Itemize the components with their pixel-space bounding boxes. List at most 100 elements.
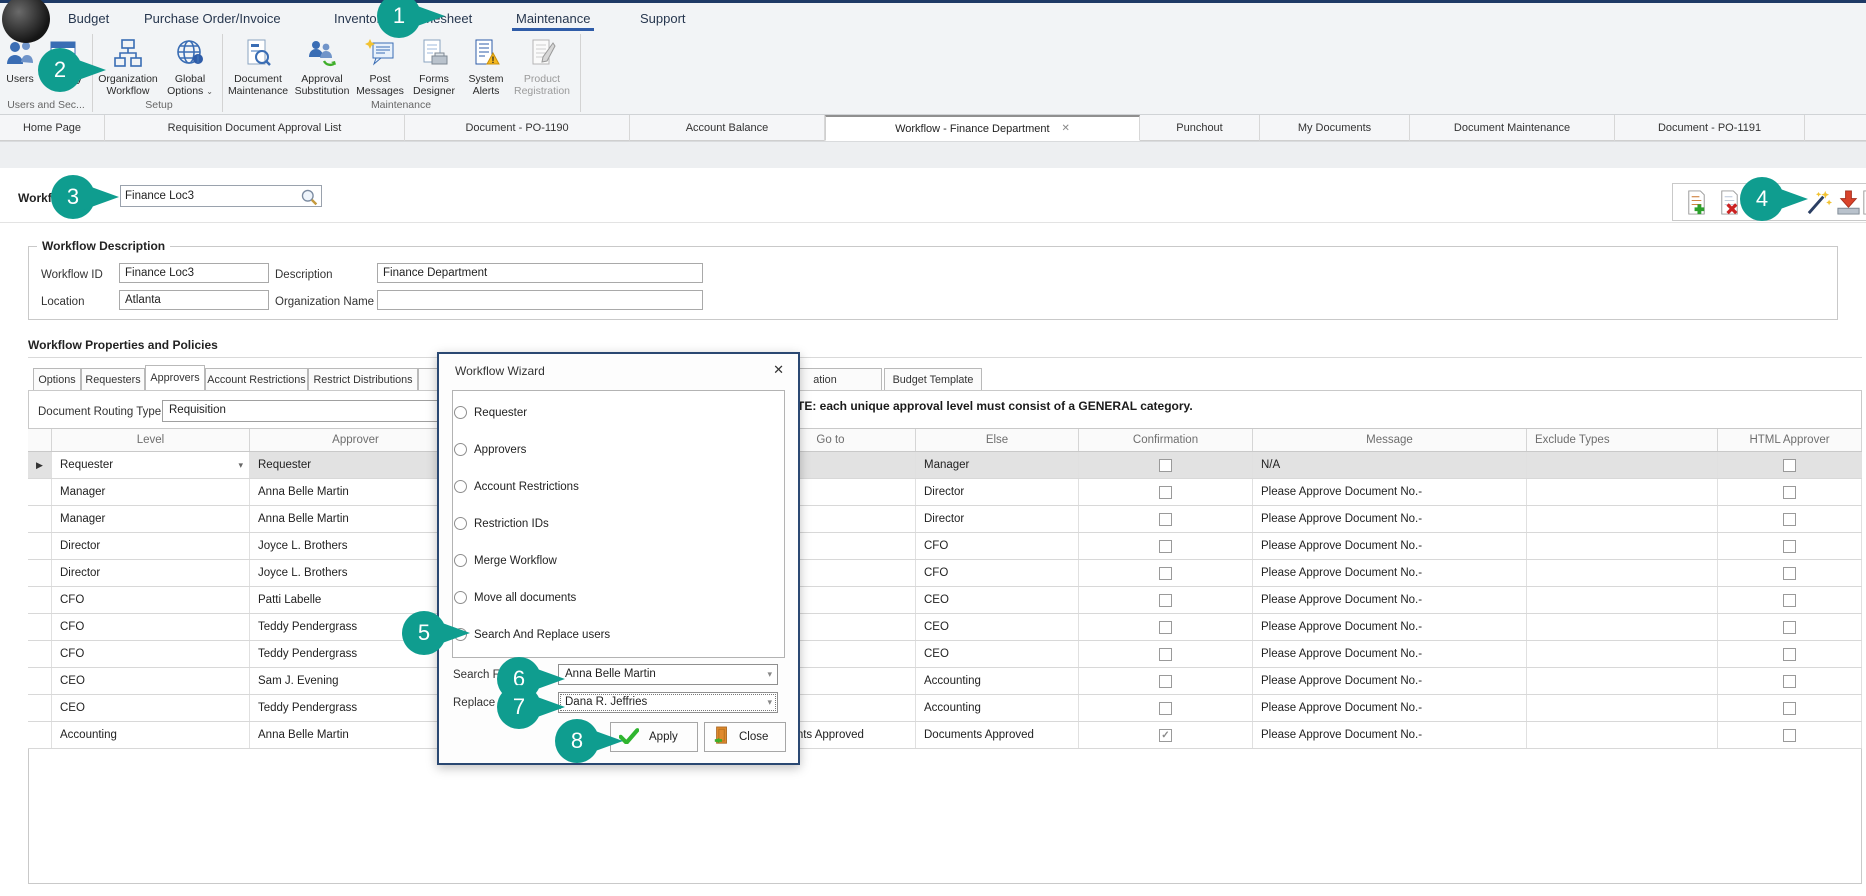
ribbon-item-approval-substitution[interactable]: Approval Substitution [292, 35, 352, 97]
html-approver-checkbox[interactable] [1783, 459, 1796, 472]
column-header-approver[interactable]: Approver [250, 429, 462, 451]
wizard-option[interactable]: Account Restrictions [454, 480, 579, 493]
radio-icon[interactable] [454, 480, 467, 493]
ribbon-item-system-alerts[interactable]: ! System Alerts [462, 35, 510, 97]
wizard-wand-icon[interactable] [1805, 189, 1832, 216]
exclude-types-cell[interactable] [1527, 560, 1718, 586]
level-cell[interactable]: Manager [52, 506, 250, 532]
message-cell[interactable]: Please Approve Document No.- [1253, 722, 1527, 748]
html-approver-checkbox[interactable] [1783, 648, 1796, 661]
close-icon[interactable]: ✕ [773, 362, 784, 378]
table-row[interactable]: CFO Patti Labelle CEO Please Approve Doc… [28, 587, 1862, 614]
workflow-search-input[interactable] [125, 188, 290, 204]
approver-cell[interactable]: Joyce L. Brothers [250, 560, 462, 586]
table-row[interactable]: Director Joyce L. Brothers CFO Please Ap… [28, 560, 1862, 587]
tab-workflow-finance-department[interactable]: Workflow - Finance Department ✕ [825, 115, 1140, 141]
workflow-id-field[interactable] [119, 263, 269, 283]
table-row[interactable]: CEO Teddy Pendergrass Accounting Please … [28, 695, 1862, 722]
confirmation-checkbox[interactable] [1159, 648, 1172, 661]
menu-maintenance[interactable]: Maintenance [512, 9, 594, 31]
tab-options[interactable]: Options [33, 368, 81, 390]
tab-document-po-1191[interactable]: Document - PO-1191 [1615, 115, 1805, 141]
menu-purchase-order-invoice[interactable]: Purchase Order/Invoice [140, 9, 285, 28]
html-approver-checkbox[interactable] [1783, 675, 1796, 688]
else-cell[interactable]: Documents Approved [916, 722, 1079, 748]
exclude-types-cell[interactable] [1527, 722, 1718, 748]
level-cell[interactable]: CEO [52, 695, 250, 721]
approver-cell[interactable]: Patti Labelle [250, 587, 462, 613]
ribbon-item-product-registration[interactable]: Product Registration [512, 35, 572, 97]
column-header-exclude-types[interactable]: Exclude Types [1527, 429, 1718, 451]
document-icon[interactable] [1859, 189, 1866, 216]
message-cell[interactable]: N/A [1253, 452, 1527, 478]
apply-button[interactable]: Apply [610, 722, 698, 752]
message-cell[interactable]: Please Approve Document No.- [1253, 587, 1527, 613]
exclude-types-cell[interactable] [1527, 479, 1718, 505]
radio-icon[interactable] [454, 443, 467, 456]
exclude-types-cell[interactable] [1527, 668, 1718, 694]
exclude-types-cell[interactable] [1527, 533, 1718, 559]
location-field[interactable] [119, 290, 269, 310]
tab-document-maintenance[interactable]: Document Maintenance [1410, 115, 1615, 141]
html-approver-checkbox[interactable] [1783, 513, 1796, 526]
approver-cell[interactable]: Anna Belle Martin [250, 479, 462, 505]
else-cell[interactable]: CEO [916, 614, 1079, 640]
message-cell[interactable]: Please Approve Document No.- [1253, 506, 1527, 532]
html-approver-checkbox[interactable] [1783, 540, 1796, 553]
delete-document-icon[interactable] [1716, 189, 1743, 216]
tab-restrict-distributions[interactable]: Restrict Distributions [308, 368, 418, 390]
confirmation-checkbox[interactable]: ✓ [1159, 729, 1172, 742]
search-for-combo[interactable]: Anna Belle Martin ▾ [558, 664, 778, 685]
description-field[interactable] [377, 263, 703, 283]
level-cell[interactable]: Director [52, 560, 250, 586]
message-cell[interactable]: Please Approve Document No.- [1253, 614, 1527, 640]
exclude-types-cell[interactable] [1527, 506, 1718, 532]
html-approver-checkbox[interactable] [1783, 702, 1796, 715]
wizard-option[interactable]: ● Search And Replace users [454, 628, 610, 641]
approver-cell[interactable]: Sam J. Evening [250, 668, 462, 694]
tab-home-page[interactable]: Home Page [0, 115, 105, 141]
menu-support[interactable]: Support [636, 9, 690, 28]
tab-punchout[interactable]: Punchout [1140, 115, 1260, 141]
exclude-types-cell[interactable] [1527, 452, 1718, 478]
table-row[interactable]: Director Joyce L. Brothers CFO Please Ap… [28, 533, 1862, 560]
message-cell[interactable]: Please Approve Document No.- [1253, 533, 1527, 559]
exclude-types-cell[interactable] [1527, 641, 1718, 667]
tab-account-restrictions[interactable]: Account Restrictions [205, 368, 308, 390]
tab-requisition-document-approval-list[interactable]: Requisition Document Approval List [105, 115, 405, 141]
level-cell[interactable]: Requester▾ [52, 452, 250, 478]
close-button[interactable]: Close [704, 722, 786, 752]
else-cell[interactable]: CEO [916, 641, 1079, 667]
menu-budget[interactable]: Budget [64, 9, 113, 28]
table-row[interactable]: CFO Teddy Pendergrass CEO Please Approve… [28, 614, 1862, 641]
wizard-option[interactable]: Requester [454, 406, 527, 419]
message-cell[interactable]: Please Approve Document No.- [1253, 560, 1527, 586]
tab-account-balance[interactable]: Account Balance [630, 115, 825, 141]
radio-icon[interactable] [454, 517, 467, 530]
confirmation-checkbox[interactable] [1159, 594, 1172, 607]
wizard-option[interactable]: Restriction IDs [454, 517, 549, 530]
tab-document-po-1190[interactable]: Document - PO-1190 [405, 115, 630, 141]
approver-cell[interactable]: Anna Belle Martin [250, 722, 462, 748]
else-cell[interactable]: Director [916, 506, 1079, 532]
confirmation-checkbox[interactable] [1159, 675, 1172, 688]
wizard-option[interactable]: Approvers [454, 443, 526, 456]
else-cell[interactable]: CEO [916, 587, 1079, 613]
table-row[interactable]: Manager Anna Belle Martin Director Pleas… [28, 506, 1862, 533]
exclude-types-cell[interactable] [1527, 587, 1718, 613]
table-row[interactable]: CFO Teddy Pendergrass CEO Please Approve… [28, 641, 1862, 668]
level-cell[interactable]: Manager [52, 479, 250, 505]
tab-budget-template[interactable]: Budget Template [884, 368, 982, 390]
confirmation-checkbox[interactable] [1159, 702, 1172, 715]
tab-my-documents[interactable]: My Documents [1260, 115, 1410, 141]
radio-icon[interactable] [454, 591, 467, 604]
message-cell[interactable]: Please Approve Document No.- [1253, 695, 1527, 721]
level-cell[interactable]: Accounting [52, 722, 250, 748]
else-cell[interactable]: Director [916, 479, 1079, 505]
wizard-option[interactable]: Merge Workflow [454, 554, 557, 567]
html-approver-checkbox[interactable] [1783, 567, 1796, 580]
confirmation-checkbox[interactable] [1159, 459, 1172, 472]
table-row[interactable]: Accounting Anna Belle Martin Documents A… [28, 722, 1862, 749]
html-approver-checkbox[interactable] [1783, 621, 1796, 634]
close-tab-icon[interactable]: ✕ [1062, 123, 1070, 134]
